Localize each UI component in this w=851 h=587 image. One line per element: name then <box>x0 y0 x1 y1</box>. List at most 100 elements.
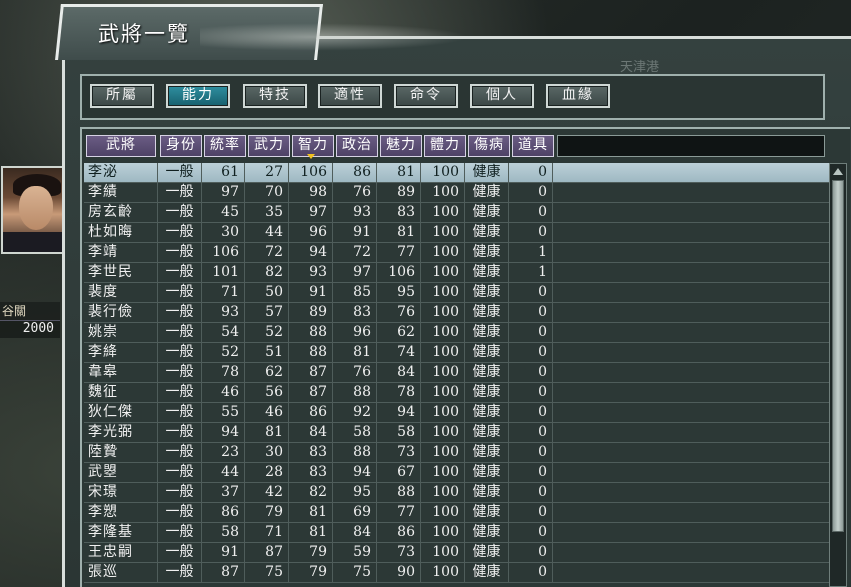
cell-general: 李泌 <box>84 163 158 182</box>
table-row[interactable]: 李絳 一般 52 51 88 81 74 100 健康 0 <box>84 343 829 363</box>
cell-war: 42 <box>245 483 289 502</box>
table-row[interactable]: 李隆基 一般 58 71 81 84 86 100 健康 0 <box>84 523 829 543</box>
cell-charisma: 83 <box>377 203 421 222</box>
cell-war: 50 <box>245 283 289 302</box>
cell-general: 李愬 <box>84 503 158 522</box>
table-row[interactable]: 武曌 一般 44 28 83 94 67 100 健康 0 <box>84 463 829 483</box>
scroll-up-icon[interactable] <box>832 166 844 178</box>
cell-status: 一般 <box>158 263 202 282</box>
cell-war: 27 <box>245 163 289 182</box>
portrait-face <box>19 186 53 230</box>
cell-stamina: 100 <box>421 203 465 222</box>
cell-items: 0 <box>509 283 553 302</box>
cell-intelligence: 97 <box>289 203 333 222</box>
table-row[interactable]: 杜如晦 一般 30 44 96 91 81 100 健康 0 <box>84 223 829 243</box>
cell-charisma: 67 <box>377 463 421 482</box>
table-row[interactable]: 李靖 一般 106 72 94 72 77 100 健康 1 <box>84 243 829 263</box>
table-row[interactable]: 裴度 一般 71 50 91 85 95 100 健康 0 <box>84 283 829 303</box>
tab-special-skills[interactable]: 特技 <box>243 84 307 108</box>
window-title: 武將一覽 <box>98 22 190 46</box>
cell-leadership: 46 <box>202 383 245 402</box>
table-row[interactable]: 李光弼 一般 94 81 84 58 58 100 健康 0 <box>84 423 829 443</box>
cell-items: 0 <box>509 363 553 382</box>
cell-stamina: 100 <box>421 463 465 482</box>
header-items[interactable]: 道具 <box>512 135 554 157</box>
header-charisma[interactable]: 魅力 <box>380 135 422 157</box>
cell-intelligence: 87 <box>289 383 333 402</box>
cell-intelligence: 93 <box>289 263 333 282</box>
table-row[interactable]: 韋皋 一般 78 62 87 76 84 100 健康 0 <box>84 363 829 383</box>
table-row[interactable]: 張巡 一般 87 75 79 75 90 100 健康 0 <box>84 563 829 583</box>
tab-ability[interactable]: 能力 <box>166 84 230 108</box>
cell-intelligence: 91 <box>289 283 333 302</box>
cell-items: 0 <box>509 223 553 242</box>
table-row[interactable]: 房玄齡 一般 45 35 97 93 83 100 健康 0 <box>84 203 829 223</box>
cell-charisma: 73 <box>377 443 421 462</box>
header-injury[interactable]: 傷病 <box>468 135 510 157</box>
cell-general: 魏征 <box>84 383 158 402</box>
cell-items: 0 <box>509 343 553 362</box>
cell-politics: 84 <box>333 523 377 542</box>
table-row[interactable]: 姚崇 一般 54 52 88 96 62 100 健康 0 <box>84 323 829 343</box>
cell-leadership: 54 <box>202 323 245 342</box>
cell-leadership: 30 <box>202 223 245 242</box>
table-row[interactable]: 李泌 一般 61 27 106 86 81 100 健康 0 <box>84 163 829 183</box>
cell-leadership: 101 <box>202 263 245 282</box>
header-status[interactable]: 身份 <box>160 135 202 157</box>
cell-charisma: 88 <box>377 483 421 502</box>
header-stamina[interactable]: 體力 <box>424 135 466 157</box>
cell-injury: 健康 <box>465 183 509 202</box>
cell-injury: 健康 <box>465 423 509 442</box>
cell-items: 0 <box>509 323 553 342</box>
cell-war: 56 <box>245 383 289 402</box>
cell-politics: 96 <box>333 323 377 342</box>
header-war[interactable]: 武力 <box>248 135 290 157</box>
cell-war: 28 <box>245 463 289 482</box>
cell-general: 杜如晦 <box>84 223 158 242</box>
cell-politics: 86 <box>333 163 377 182</box>
cell-general: 裴行儉 <box>84 303 158 322</box>
cell-politics: 94 <box>333 463 377 482</box>
cell-status: 一般 <box>158 163 202 182</box>
cell-intelligence: 86 <box>289 403 333 422</box>
cell-intelligence: 79 <box>289 543 333 562</box>
tab-command[interactable]: 命令 <box>394 84 458 108</box>
table-row[interactable]: 王忠嗣 一般 91 87 79 59 73 100 健康 0 <box>84 543 829 563</box>
table-row[interactable]: 裴行儉 一般 93 57 89 83 76 100 健康 0 <box>84 303 829 323</box>
table-row[interactable]: 狄仁傑 一般 55 46 86 92 94 100 健康 0 <box>84 403 829 423</box>
header-general[interactable]: 武將 <box>86 135 156 157</box>
cell-injury: 健康 <box>465 163 509 182</box>
cell-war: 75 <box>245 563 289 582</box>
cell-charisma: 89 <box>377 183 421 202</box>
table-row[interactable]: 李愬 一般 86 79 81 69 77 100 健康 0 <box>84 503 829 523</box>
cell-leadership: 61 <box>202 163 245 182</box>
scrollbar[interactable] <box>829 163 847 587</box>
table-row[interactable]: 魏征 一般 46 56 87 88 78 100 健康 0 <box>84 383 829 403</box>
scroll-thumb[interactable] <box>832 180 844 532</box>
cell-intelligence: 81 <box>289 503 333 522</box>
tab-personal[interactable]: 個人 <box>470 84 534 108</box>
cell-war: 44 <box>245 223 289 242</box>
cell-status: 一般 <box>158 223 202 242</box>
table-row[interactable]: 李績 一般 97 70 98 76 89 100 健康 0 <box>84 183 829 203</box>
cell-leadership: 45 <box>202 203 245 222</box>
cell-leadership: 78 <box>202 363 245 382</box>
cell-injury: 健康 <box>465 443 509 462</box>
cell-charisma: 90 <box>377 563 421 582</box>
table-row[interactable]: 宋璟 一般 37 42 82 95 88 100 健康 0 <box>84 483 829 503</box>
general-list: 李泌 一般 61 27 106 86 81 100 健康 0 李績 一般 97 70 98 76 89 100 健康… <box>84 163 829 587</box>
header-politics[interactable]: 政治 <box>336 135 378 157</box>
tab-aptitude[interactable]: 適性 <box>318 84 382 108</box>
header-leadership[interactable]: 統率 <box>204 135 246 157</box>
cell-intelligence: 83 <box>289 443 333 462</box>
cell-general: 李光弼 <box>84 423 158 442</box>
table-row[interactable]: 陸贄 一般 23 30 83 88 73 100 健康 0 <box>84 443 829 463</box>
tab-affiliation[interactable]: 所屬 <box>90 84 154 108</box>
table-row[interactable]: 李世民 一般 101 82 93 97 106 100 健康 1 <box>84 263 829 283</box>
cell-war: 87 <box>245 543 289 562</box>
cell-war: 46 <box>245 403 289 422</box>
tab-lineage[interactable]: 血緣 <box>546 84 610 108</box>
city-label: 谷關 <box>0 302 60 320</box>
cell-politics: 97 <box>333 263 377 282</box>
cell-general: 李隆基 <box>84 523 158 542</box>
